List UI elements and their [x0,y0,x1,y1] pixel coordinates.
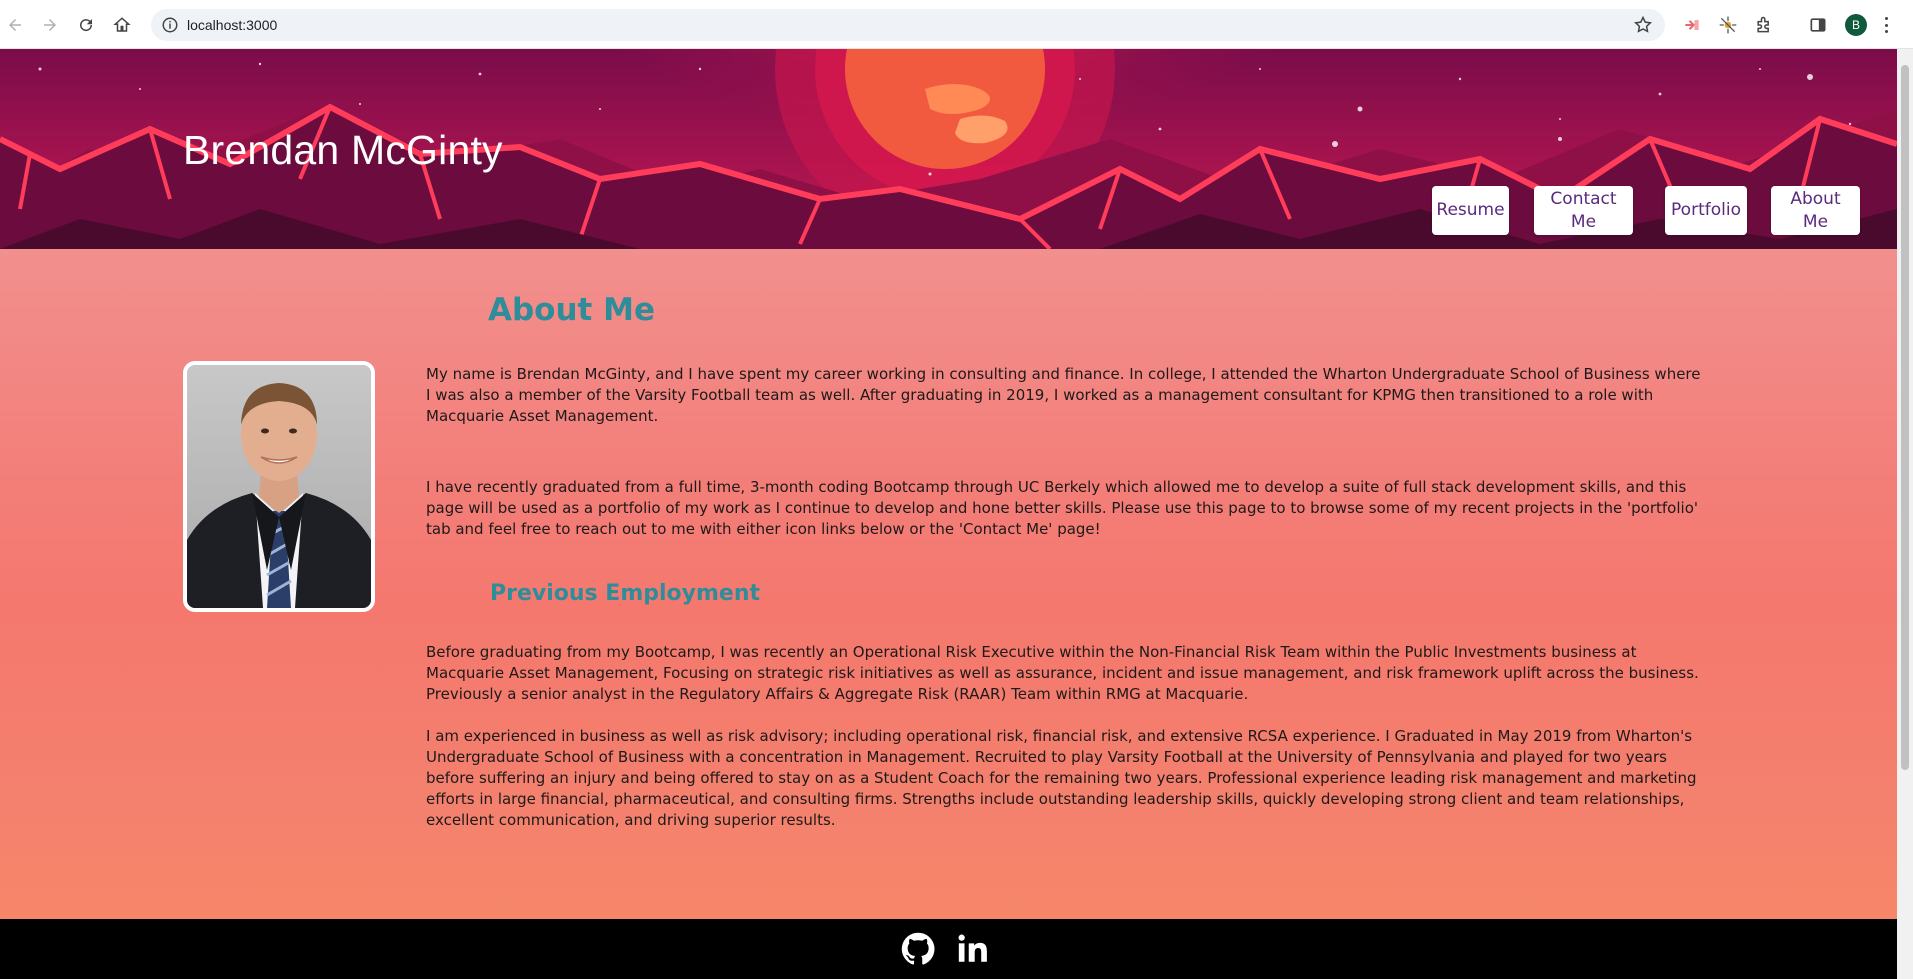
extension-icon[interactable] [1716,13,1740,37]
page-scrollbar[interactable] [1897,49,1913,979]
about-paragraph: My name is Brendan McGinty, and I have s… [426,365,1701,425]
employment-paragraph: Before graduating from my Bootcamp, I wa… [426,643,1699,703]
employment-heading: Previous Employment [490,581,761,606]
reload-icon[interactable] [73,12,99,38]
more-icon[interactable] [1882,14,1890,36]
address-bar[interactable]: localhost:3000 [151,9,1665,41]
github-icon[interactable] [901,932,935,966]
portrait-image [187,365,371,608]
extension-icon[interactable] [1680,13,1704,37]
nav-contact-link[interactable]: Contact Me [1534,186,1633,235]
side-panel-icon[interactable] [1806,13,1830,37]
site-title: Brendan McGinty [183,127,503,173]
site-info-icon[interactable] [161,16,179,34]
nav-resume-link[interactable]: Resume [1432,186,1509,235]
footer [0,919,1897,979]
home-icon[interactable] [109,12,135,38]
back-icon[interactable] [2,12,28,38]
forward-icon[interactable] [37,12,63,38]
puzzle-icon[interactable] [1752,13,1776,37]
about-heading: About Me [488,292,656,328]
employment-paragraph: I am experienced in business as well as … [426,727,1697,829]
linkedin-icon[interactable] [956,932,990,966]
bookmark-star-icon[interactable] [1633,15,1653,35]
profile-avatar[interactable]: B [1845,14,1867,36]
nav-about-link[interactable]: About Me [1771,186,1860,235]
browser-toolbar: localhost:3000 B [0,0,1913,49]
about-paragraph: I have recently graduated from a full ti… [426,478,1698,538]
scrollbar-thumb[interactable] [1901,65,1909,770]
page: Brendan McGinty Resume Contact Me Portfo… [0,49,1897,979]
profile-photo [183,361,375,612]
header-banner: Brendan McGinty Resume Contact Me Portfo… [0,49,1897,249]
url-text[interactable]: localhost:3000 [187,17,277,33]
nav-portfolio-link[interactable]: Portfolio [1665,186,1747,235]
